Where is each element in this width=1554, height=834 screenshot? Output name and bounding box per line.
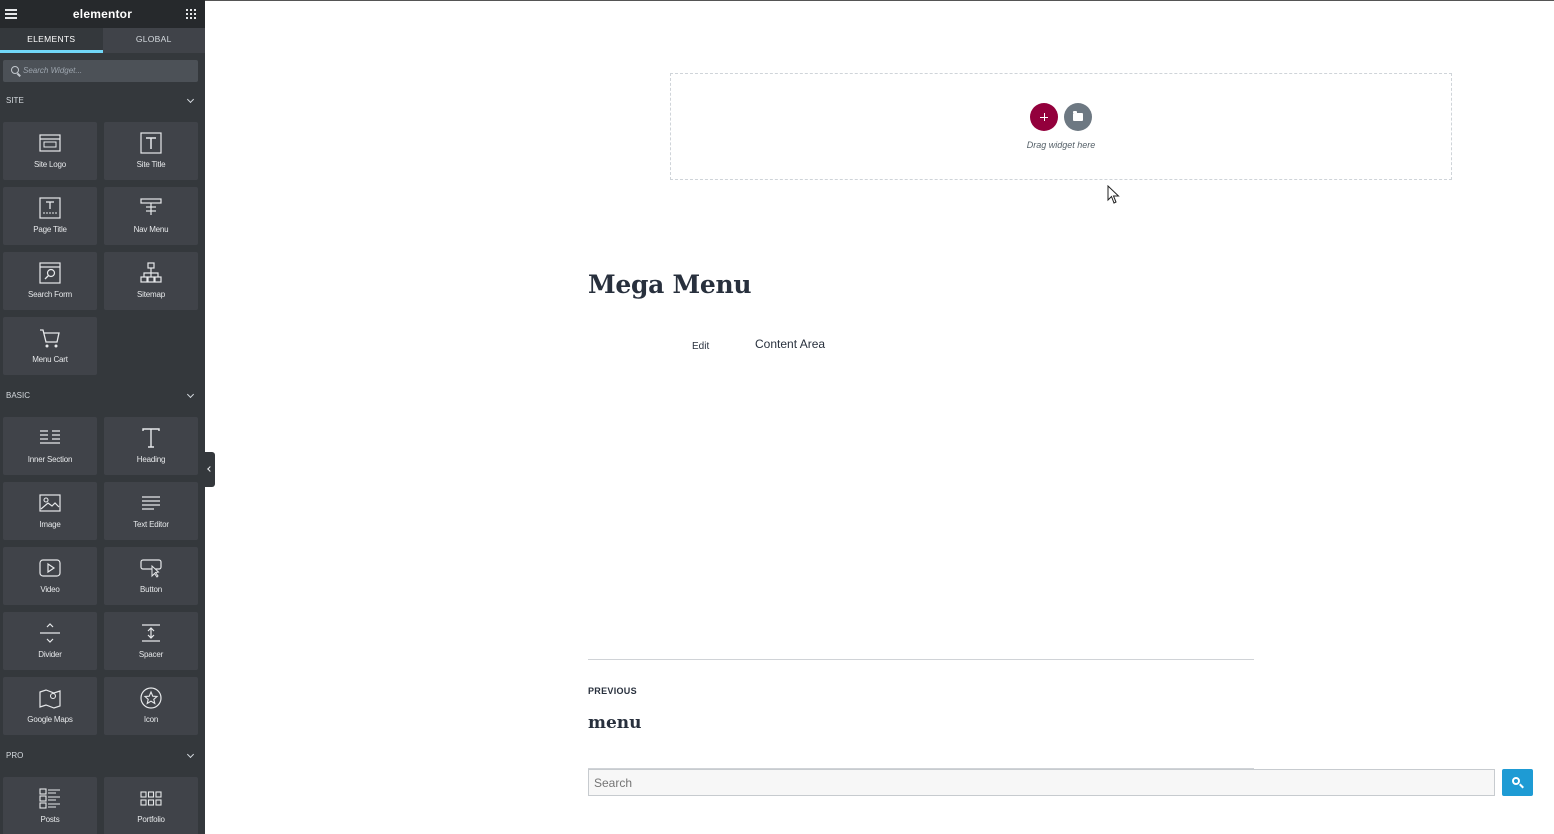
widget-label: Spacer [138, 650, 164, 659]
image-icon [39, 494, 61, 512]
page-title-icon [39, 197, 61, 219]
tab-elements[interactable]: ELEMENTS [0, 28, 103, 53]
widget-label: Portfolio [137, 815, 165, 824]
button-icon [140, 559, 162, 578]
tab-global[interactable]: GLOBAL [103, 28, 206, 53]
site-title-icon [140, 132, 162, 154]
divider-icon [40, 623, 60, 643]
add-section-dropzone[interactable] [670, 73, 1452, 180]
add-template-button[interactable] [1064, 103, 1092, 131]
previous-post-link[interactable]: menu [588, 713, 642, 733]
edit-link[interactable]: Edit [692, 341, 709, 352]
widget-label: Divider [38, 650, 62, 659]
widget-heading[interactable]: Heading [104, 417, 198, 475]
widget-google-maps[interactable]: Google Maps [3, 677, 97, 735]
widget-label: Site Logo [33, 160, 66, 169]
widget-icon[interactable]: Icon [104, 677, 198, 735]
widget-spacer[interactable]: Spacer [104, 612, 198, 670]
widget-divider[interactable]: Divider [3, 612, 97, 670]
mouse-cursor-icon [1107, 185, 1120, 204]
widget-search-placeholder: Search Widget... [23, 66, 83, 75]
divider [588, 659, 1254, 660]
widget-video[interactable]: Video [3, 547, 97, 605]
widget-inner-section[interactable]: Inner Section [3, 417, 97, 475]
chevron-down-icon [186, 750, 195, 759]
drop-hint-text: Drag widget here [1026, 140, 1096, 150]
section-pro-header[interactable]: PRO [0, 748, 205, 764]
section-basic-label: BASIC [6, 391, 31, 400]
section-site-header[interactable]: SITE [0, 93, 205, 109]
widget-label: Google Maps [27, 715, 73, 724]
widget-sitemap[interactable]: Sitemap [104, 252, 198, 310]
map-icon [39, 689, 61, 709]
nav-menu-icon [140, 198, 162, 215]
chevron-down-icon [186, 390, 195, 399]
collapse-panel-button[interactable] [205, 452, 215, 487]
search-form-icon [39, 262, 61, 284]
widget-button[interactable]: Button [104, 547, 198, 605]
elementor-logo: elementor [72, 7, 133, 21]
section-pro-label: PRO [6, 751, 24, 760]
widget-search-form[interactable]: Search Form [3, 252, 97, 310]
widget-label: Button [140, 585, 162, 594]
widget-label: Heading [136, 455, 166, 464]
widget-label: Nav Menu [133, 225, 169, 234]
widget-label: Posts [40, 815, 60, 824]
widget-label: Image [39, 520, 61, 529]
previous-post-label: PREVIOUS [588, 686, 637, 696]
star-icon [140, 687, 162, 709]
canvas-top-border [205, 0, 1554, 1]
chevron-left-icon [207, 466, 213, 472]
widget-site-logo[interactable]: Site Logo [3, 122, 97, 180]
widget-label: Sitemap [137, 290, 165, 299]
widget-portfolio[interactable]: Portfolio [104, 777, 198, 834]
section-site-label: SITE [6, 96, 24, 105]
sitemap-icon [140, 262, 162, 283]
widget-label: Page Title [33, 225, 67, 234]
search-icon [1512, 777, 1520, 785]
widget-search-input[interactable]: Search Widget... [3, 60, 198, 82]
widgets-grid-icon[interactable] [186, 9, 196, 19]
widget-page-title[interactable]: Page Title [3, 187, 97, 245]
widget-label: Video [40, 585, 60, 594]
widget-label: Site Title [136, 160, 166, 169]
widget-label: Icon [143, 715, 159, 724]
widget-label: Menu Cart [32, 355, 68, 364]
widget-image[interactable]: Image [3, 482, 97, 540]
site-search-input[interactable] [588, 769, 1495, 796]
heading-icon [142, 428, 160, 448]
widget-nav-menu[interactable]: Nav Menu [104, 187, 198, 245]
widget-label: Text Editor [133, 520, 169, 529]
add-section-button[interactable] [1030, 103, 1058, 131]
text-editor-icon [142, 496, 160, 510]
widget-site-title[interactable]: Site Title [104, 122, 198, 180]
panel-tabs: ELEMENTS GLOBAL [0, 28, 205, 53]
section-basic-header[interactable]: BASIC [0, 388, 205, 404]
cart-icon [40, 329, 60, 348]
widget-label: Search Form [27, 290, 73, 299]
site-logo-icon [39, 134, 61, 152]
search-icon [11, 66, 19, 74]
chevron-down-icon [186, 95, 195, 104]
widget-menu-cart[interactable]: Menu Cart [3, 317, 97, 375]
content-area-text: Content Area [755, 337, 826, 351]
search-submit-button[interactable] [1502, 769, 1533, 796]
inner-section-icon [40, 430, 60, 444]
widget-text-editor[interactable]: Text Editor [104, 482, 198, 540]
spacer-icon [142, 624, 160, 642]
panel-header: elementor [0, 0, 205, 28]
folder-icon [1073, 111, 1083, 121]
portfolio-icon [140, 791, 162, 806]
widget-posts[interactable]: Posts [3, 777, 97, 834]
page-title: Mega Menu [588, 270, 752, 299]
elementor-panel: elementor ELEMENTS GLOBAL Search Widget.… [0, 0, 205, 834]
video-icon [39, 559, 61, 577]
widget-label: Inner Section [27, 455, 73, 464]
posts-icon [39, 788, 60, 809]
